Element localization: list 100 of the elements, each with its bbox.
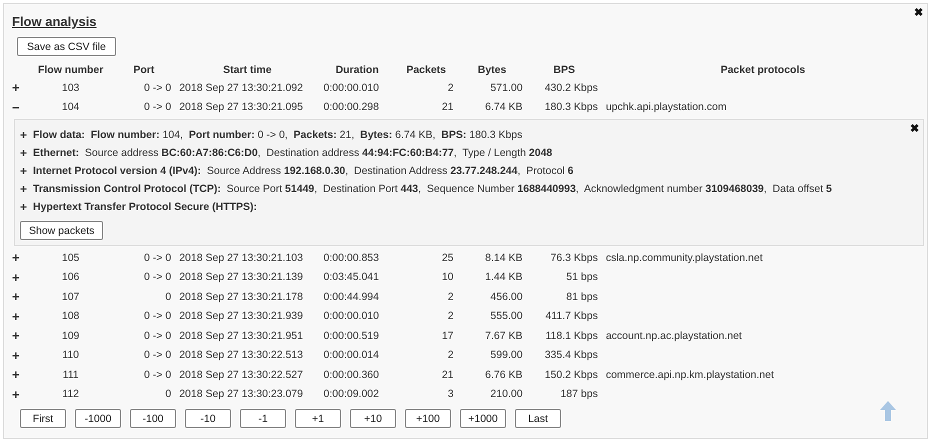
detail-line: Flow data: Flow number: 104, Port number: 0 -> 0, Packets: 21, Bytes: 6.74 KB, BPS: 180.3 Kbps xyxy=(33,129,522,141)
table-cell: 0:00:00.298 xyxy=(324,101,379,114)
table-cell: 210.00 xyxy=(490,388,523,400)
table-cell: 187 bps xyxy=(560,388,598,400)
table-cell: 21 xyxy=(442,368,454,381)
table-cell: 2018 Sep 27 13:30:21.951 xyxy=(179,330,303,342)
column-header: Bytes xyxy=(476,63,508,78)
table-cell: 110 xyxy=(62,349,80,362)
table-cell: 2018 Sep 27 13:30:22.527 xyxy=(179,368,303,381)
page-button[interactable]: First xyxy=(20,409,66,428)
table-cell: 0 -> 0 xyxy=(144,82,172,94)
expand-toggle[interactable]: + xyxy=(10,248,29,268)
table-cell: 0 -> 0 xyxy=(144,368,172,381)
table-cell: 2018 Sep 27 13:30:23.079 xyxy=(179,388,303,400)
table-cell: 456.00 xyxy=(490,290,523,303)
table-cell: 2018 Sep 27 13:30:21.092 xyxy=(179,82,303,94)
column-header: Packets xyxy=(405,63,448,78)
column-header: Flow number xyxy=(36,63,104,78)
table-cell: 8.14 KB xyxy=(485,252,523,264)
table-cell: account.np.ac.playstation.net xyxy=(606,330,742,342)
table-cell: 180.3 Kbps xyxy=(544,101,598,114)
table-cell: 2018 Sep 27 13:30:21.178 xyxy=(179,290,303,303)
table-cell: 2 xyxy=(448,82,454,94)
detail-line: Transmission Control Protocol (TCP): Source Port 51449, Destination Port 443, Sequence Number 1688440993, Acknowledgment number 3109468039, Data offset 5 xyxy=(33,183,832,195)
table-cell: 555.00 xyxy=(490,310,523,322)
table-cell: 6.74 KB xyxy=(485,101,523,114)
save-csv-button[interactable]: Save as CSV file xyxy=(17,37,116,56)
table-cell: 0:00:00.014 xyxy=(324,349,379,362)
table-cell: 7.67 KB xyxy=(485,330,523,342)
table-cell: 2 xyxy=(448,310,454,322)
expand-toggle[interactable]: + xyxy=(20,164,29,178)
table-cell: 111 xyxy=(62,368,79,381)
table-cell: 0 -> 0 xyxy=(144,310,172,322)
table-cell: upchk.api.playstation.com xyxy=(606,101,727,114)
table-cell: 10 xyxy=(442,271,454,284)
table-cell: 21 xyxy=(442,101,454,114)
table-cell: 81 bps xyxy=(566,290,598,303)
page-button[interactable]: +1 xyxy=(295,409,341,428)
expand-toggle[interactable]: + xyxy=(10,326,29,346)
table-cell: 2018 Sep 27 13:30:21.095 xyxy=(179,101,303,114)
expand-toggle[interactable]: + xyxy=(10,384,29,404)
table-cell: 104 xyxy=(62,101,80,114)
table-cell: 107 xyxy=(62,290,80,303)
table-cell: 2018 Sep 27 13:30:21.103 xyxy=(179,252,303,264)
table-cell: 0 -> 0 xyxy=(144,271,172,284)
detail-line: Hypertext Transfer Protocol Secure (HTTPS): xyxy=(33,201,258,213)
table-cell: 0 -> 0 xyxy=(144,349,172,362)
table-cell: 0 -> 0 xyxy=(144,330,172,342)
table-cell: 106 xyxy=(62,271,80,284)
expand-toggle[interactable]: + xyxy=(10,346,29,365)
table-cell: commerce.api.np.km.playstation.net xyxy=(606,368,774,381)
page-button[interactable]: -1000 xyxy=(75,409,121,428)
show-packets-button[interactable]: Show packets xyxy=(20,221,104,240)
table-cell: 2018 Sep 27 13:30:22.513 xyxy=(179,349,303,362)
expand-toggle[interactable]: + xyxy=(10,287,29,306)
page-button[interactable]: +10 xyxy=(350,409,396,428)
table-cell: 150.2 Kbps xyxy=(544,368,598,381)
expand-toggle[interactable]: + xyxy=(10,365,29,384)
table-cell: 51 bps xyxy=(566,271,598,284)
page-button[interactable]: -1 xyxy=(240,409,286,428)
expand-toggle[interactable]: + xyxy=(10,268,29,287)
close-icon[interactable]: ✖ xyxy=(910,124,919,135)
table-cell: 0 xyxy=(165,388,172,400)
column-header: Start time xyxy=(222,63,273,78)
table-cell: 2 xyxy=(448,349,454,362)
table-cell: 2 xyxy=(448,290,454,303)
table-cell: 0:00:00.853 xyxy=(324,252,379,264)
expand-toggle[interactable]: + xyxy=(20,146,29,160)
page-button[interactable]: -100 xyxy=(130,409,176,428)
table-cell: 109 xyxy=(62,330,80,342)
expand-toggle[interactable]: + xyxy=(20,200,29,214)
expand-toggle[interactable]: + xyxy=(10,306,29,326)
table-cell: 1.44 KB xyxy=(485,271,523,284)
table-cell: 0 -> 0 xyxy=(144,101,172,114)
page-button[interactable]: +1000 xyxy=(460,409,506,428)
arrow-up-icon[interactable] xyxy=(879,400,897,422)
table-cell: 2018 Sep 27 13:30:21.939 xyxy=(179,310,303,322)
column-header: Packet protocols xyxy=(720,63,806,78)
table-cell: 76.3 Kbps xyxy=(550,252,598,264)
column-header: Port xyxy=(132,63,156,78)
table-cell: 411.7 Kbps xyxy=(545,310,598,322)
table-cell: 103 xyxy=(62,82,80,94)
detail-line: Ethernet: Source address BC:60:A7:86:C6:D0, Destination address 44:94:FC:60:B4:77, Type / Length 2048 xyxy=(33,147,552,159)
table-cell: 25 xyxy=(442,252,454,264)
table-cell: 112 xyxy=(62,388,80,400)
table-cell: 118.1 Kbps xyxy=(545,330,598,342)
column-header: BPS xyxy=(552,63,576,78)
collapse-toggle[interactable]: − xyxy=(10,98,29,117)
close-icon[interactable]: ✖ xyxy=(914,8,923,19)
page-button[interactable]: -10 xyxy=(185,409,231,428)
table-cell: 430.2 Kbps xyxy=(544,82,598,94)
table-cell: 599.00 xyxy=(490,349,523,362)
table-cell: 0:00:09.002 xyxy=(324,388,379,400)
page-button[interactable]: +100 xyxy=(405,409,451,428)
table-cell: 17 xyxy=(442,330,454,342)
expand-toggle[interactable]: + xyxy=(10,78,29,98)
expand-toggle[interactable]: + xyxy=(20,128,29,142)
table-cell: csla.np.community.playstation.net xyxy=(606,252,763,264)
page-button[interactable]: Last xyxy=(515,409,561,428)
expand-toggle[interactable]: + xyxy=(20,182,29,196)
